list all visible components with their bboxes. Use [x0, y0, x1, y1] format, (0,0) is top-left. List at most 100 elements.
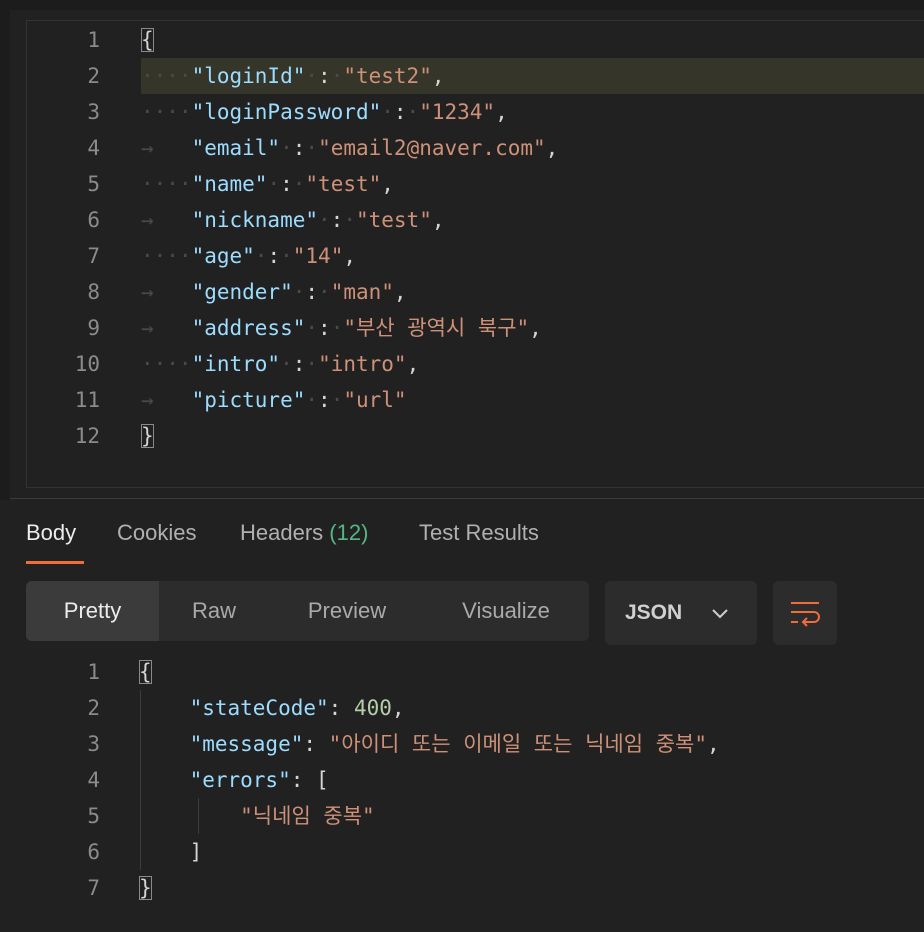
- code-line: 6 → "nickname"·:·"test",: [26, 202, 924, 238]
- json-punctuation: ·: [280, 352, 293, 376]
- top-strip: [0, 0, 924, 10]
- line-text: → "picture"·:·"url": [141, 382, 407, 418]
- line-number: 8: [87, 280, 100, 304]
- json-key: "address": [191, 316, 306, 340]
- json-string: "14": [292, 244, 344, 268]
- json-punctuation: ,: [381, 172, 394, 196]
- json-key: "message": [189, 732, 304, 756]
- whitespace-marker: ····: [141, 244, 192, 268]
- whitespace-marker: ····: [141, 172, 192, 196]
- json-punctuation: :: [303, 732, 329, 756]
- json-punctuation: {: [141, 28, 154, 52]
- line-text: → "gender"·:·"man",: [141, 274, 407, 310]
- view-pretty[interactable]: Pretty: [26, 581, 159, 641]
- json-key: "loginPassword": [191, 100, 382, 124]
- code-line: 2 "stateCode": 400,: [26, 690, 924, 726]
- json-punctuation: ·: [305, 316, 319, 340]
- json-punctuation: ·: [292, 280, 306, 304]
- json-punctuation: ·: [254, 244, 268, 268]
- json-punctuation: ,: [343, 244, 356, 268]
- line-text: → "nickname"·:·"test",: [141, 202, 445, 238]
- json-punctuation: ·: [267, 172, 281, 196]
- line-number: 7: [87, 876, 100, 900]
- json-punctuation: ,: [431, 64, 445, 88]
- code-line: 6 ]: [26, 834, 924, 870]
- code-line: 12}: [26, 418, 924, 454]
- json-key: "errors": [189, 768, 291, 792]
- line-number: 1: [87, 28, 100, 52]
- json-string: "man": [330, 280, 394, 304]
- json-string: "부산 광역시 북구": [343, 316, 530, 340]
- whitespace-marker: →: [141, 316, 192, 340]
- tab-test-results[interactable]: Test Results: [419, 510, 539, 558]
- json-punctuation: :: [318, 316, 331, 340]
- json-punctuation: :: [280, 172, 293, 196]
- whitespace-marker: [139, 696, 190, 720]
- json-punctuation: ·: [330, 64, 344, 88]
- code-line: 4 → "email"·:·"email2@naver.com",: [26, 130, 924, 166]
- whitespace-marker: →: [141, 388, 192, 412]
- code-line: 3 ····"loginPassword"·:·"1234",: [26, 94, 924, 130]
- json-punctuation: : [: [290, 768, 329, 792]
- view-raw[interactable]: Raw: [159, 581, 269, 641]
- line-number: 6: [87, 840, 100, 864]
- json-punctuation: ,: [706, 732, 720, 756]
- line-number: 9: [87, 316, 100, 340]
- json-key: "age": [191, 244, 255, 268]
- json-punctuation: ·: [305, 64, 319, 88]
- line-text: "닉네임 중복": [139, 798, 375, 834]
- json-punctuation: ·: [280, 244, 293, 268]
- line-text: "message": "아이디 또는 이메일 또는 닉네임 중복",: [139, 726, 720, 762]
- line-number: 5: [87, 804, 100, 828]
- tab-headers[interactable]: Headers (12): [240, 510, 368, 558]
- json-punctuation: ·: [330, 316, 344, 340]
- tab-cookies[interactable]: Cookies: [117, 510, 196, 558]
- json-punctuation: ]: [189, 840, 203, 864]
- line-text: }: [141, 418, 154, 454]
- json-punctuation: ·: [305, 136, 319, 160]
- wrap-lines-button[interactable]: [773, 581, 837, 645]
- line-number: 5: [87, 172, 100, 196]
- json-string: "intro": [318, 352, 407, 376]
- json-string: "test": [305, 172, 382, 196]
- panel-divider[interactable]: [10, 498, 924, 499]
- line-number: 2: [87, 696, 100, 720]
- line-number: 12: [74, 424, 100, 448]
- json-punctuation: ·: [305, 352, 319, 376]
- code-line: 2 ····"loginId"·:·"test2",: [26, 58, 924, 94]
- line-number: 1: [87, 660, 100, 684]
- json-punctuation: ·: [305, 388, 319, 412]
- json-key: "nickname": [191, 208, 319, 232]
- headers-count: (12): [329, 520, 369, 545]
- line-text: ····"loginPassword"·:·"1234",: [141, 94, 508, 130]
- whitespace-marker: →: [141, 208, 192, 232]
- json-punctuation: ·: [343, 208, 356, 232]
- view-visualize[interactable]: Visualize: [436, 581, 576, 641]
- json-punctuation: ,: [406, 352, 420, 376]
- line-number: 3: [87, 732, 100, 756]
- json-punctuation: ,: [529, 316, 542, 340]
- json-punctuation: :: [292, 352, 306, 376]
- whitespace-marker: ····: [141, 64, 192, 88]
- tab-body[interactable]: Body: [26, 510, 76, 558]
- line-text: → "email"·:·"email2@naver.com",: [141, 130, 558, 166]
- whitespace-marker: ····: [141, 352, 192, 376]
- json-punctuation: :: [318, 64, 331, 88]
- json-punctuation: ·: [330, 388, 344, 412]
- json-punctuation: ,: [393, 280, 407, 304]
- line-number: 2: [87, 64, 100, 88]
- json-punctuation: ,: [391, 696, 405, 720]
- code-line: 8 → "gender"·:·"man",: [26, 274, 924, 310]
- json-key: "picture": [191, 388, 306, 412]
- format-select[interactable]: JSON: [605, 581, 757, 645]
- json-string: "email2@naver.com": [318, 136, 546, 160]
- line-text: ····"age"·:·"14",: [141, 238, 356, 274]
- json-string: "test": [355, 208, 432, 232]
- json-string: "test2": [343, 64, 432, 88]
- view-preview[interactable]: Preview: [282, 581, 412, 641]
- json-punctuation: :: [267, 244, 281, 268]
- whitespace-marker: [139, 768, 190, 792]
- line-number: 10: [74, 352, 100, 376]
- json-punctuation: ·: [280, 136, 293, 160]
- line-text: {: [139, 654, 152, 690]
